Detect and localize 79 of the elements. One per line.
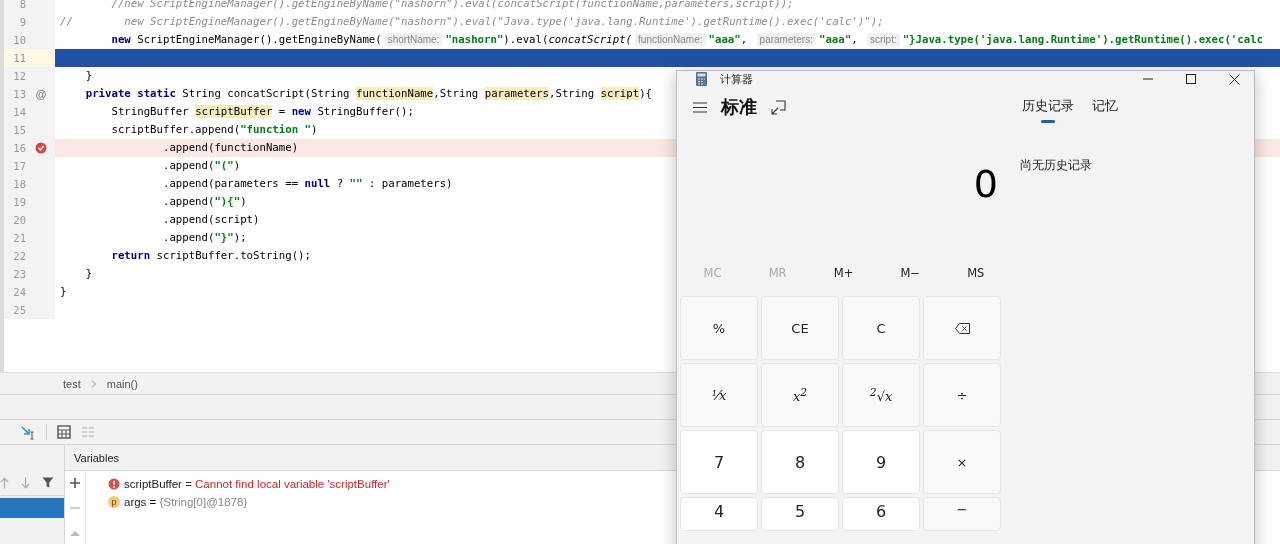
code-line: new ScriptEngineManager().getEngineByName( shortName: "nashorn").eval(concatScript( functionName: "aaa", parameters: "aaa", script: "}Java.type('java.lang.Runtime').getRuntime().exec('calc	[110, 32, 1263, 48]
filter-icon[interactable]	[42, 476, 54, 489]
keep-on-top-icon[interactable]	[771, 99, 786, 115]
window-title: 计算器	[720, 71, 753, 87]
memory-button[interactable]: M−	[894, 264, 926, 282]
line-number: 15	[12, 124, 26, 136]
code-line: StringBuffer scriptBuffer = new StringBuffer();	[110, 104, 414, 120]
backspace-icon	[954, 322, 970, 334]
line-number: 13	[12, 88, 26, 100]
calculator-key[interactable]: 5	[761, 497, 839, 531]
breadcrumb-item[interactable]: main()	[106, 377, 138, 390]
calculator-key[interactable]: $^{2}$√x	[842, 363, 920, 427]
calculator-key[interactable]: x$^{2}$	[761, 363, 839, 427]
step-into-icon[interactable]	[20, 424, 36, 440]
line-number: 23	[12, 268, 26, 280]
code-line: .append(parameters == null ? "" : parameters)	[161, 176, 453, 192]
calculator-key[interactable]: 9	[842, 430, 920, 494]
calculator-key[interactable]: 7	[680, 430, 758, 494]
breadcrumb-item[interactable]: test	[63, 377, 81, 390]
line-number: 17	[12, 160, 26, 172]
calculator-key[interactable]: −	[923, 497, 1001, 531]
arrow-up-icon[interactable]	[0, 475, 10, 490]
code-line: }	[84, 68, 93, 84]
error-icon	[108, 478, 120, 490]
line-number: 12	[12, 70, 26, 82]
calculator-key[interactable]: CE	[761, 296, 839, 360]
close-icon[interactable]	[1229, 73, 1240, 85]
line-number: 18	[12, 178, 26, 190]
code-line: .append("}");	[161, 230, 247, 246]
calculator-key[interactable]: ×	[923, 430, 1001, 494]
calculator-key[interactable]: 8	[761, 430, 839, 494]
table-icon[interactable]	[57, 425, 71, 439]
code-line: scriptBuffer.append("function ")	[110, 122, 318, 138]
variable-entry[interactable]: args = {String[0]@1878}	[124, 496, 248, 508]
plus-icon[interactable]	[69, 477, 81, 489]
calculator-icon	[696, 72, 707, 86]
calculator-key[interactable]: C	[842, 296, 920, 360]
gutter-annotation[interactable]: @	[35, 88, 47, 100]
calculator-key[interactable]: ⅟x	[680, 363, 758, 427]
code-line: private static String concatScript(String functionName,String parameters,String script){	[84, 86, 653, 102]
line-number: 21	[12, 232, 26, 244]
line-number: 10	[12, 34, 26, 46]
calculator-key[interactable]: 6	[842, 497, 920, 531]
code-line: .append(script)	[161, 212, 260, 228]
line-number: 20	[12, 214, 26, 226]
empty-history-message: 尚无历史记录	[1020, 157, 1093, 174]
line-number: 16	[12, 142, 26, 154]
line-number: 11	[12, 52, 26, 64]
code-line: // new ScriptEngineManager().getEngineByName("nashorn").eval("Java.type('java.lang.Runtime').getRuntime().exec('calc')");	[59, 14, 884, 30]
line-number: 25	[12, 304, 26, 316]
line-number: 14	[12, 106, 26, 118]
code-line: }	[84, 266, 93, 282]
chevron-icon	[90, 379, 97, 388]
maximize-icon[interactable]	[1186, 74, 1196, 84]
line-number: 24	[12, 286, 26, 298]
calculator-key[interactable]: %	[680, 296, 758, 360]
calculator-key[interactable]: 4	[680, 497, 758, 531]
panel-tab[interactable]: 历史记录	[1020, 91, 1076, 123]
arrow-down-icon[interactable]	[21, 475, 31, 490]
code-line: }	[59, 284, 67, 300]
code-line: .append("(")	[161, 158, 241, 174]
menu-icon[interactable]	[693, 101, 707, 113]
code-line: return scriptBuffer.toString();	[110, 248, 311, 264]
code-line: .append("){")	[161, 194, 247, 210]
variable-entry[interactable]: scriptBuffer = Cannot find local variable 'scriptBuffer'	[124, 478, 390, 490]
breakpoint-icon[interactable]	[35, 142, 47, 154]
panel-tab[interactable]: 记忆	[1090, 91, 1120, 123]
memory-button[interactable]: MS	[961, 264, 991, 282]
memory-button[interactable]: M+	[827, 264, 860, 282]
line-number: 19	[12, 196, 26, 208]
line-number: 9	[18, 16, 26, 28]
code-line: .append(functionName)	[161, 140, 299, 156]
display-value: 0	[973, 162, 998, 206]
line-number: 8	[18, 0, 26, 10]
panel-title: Variables	[74, 451, 120, 464]
mode-title: 标准	[721, 95, 757, 119]
parameter-badge: p	[108, 496, 120, 508]
line-number: 22	[12, 250, 26, 262]
calculator-key[interactable]: ÷	[923, 363, 1001, 427]
